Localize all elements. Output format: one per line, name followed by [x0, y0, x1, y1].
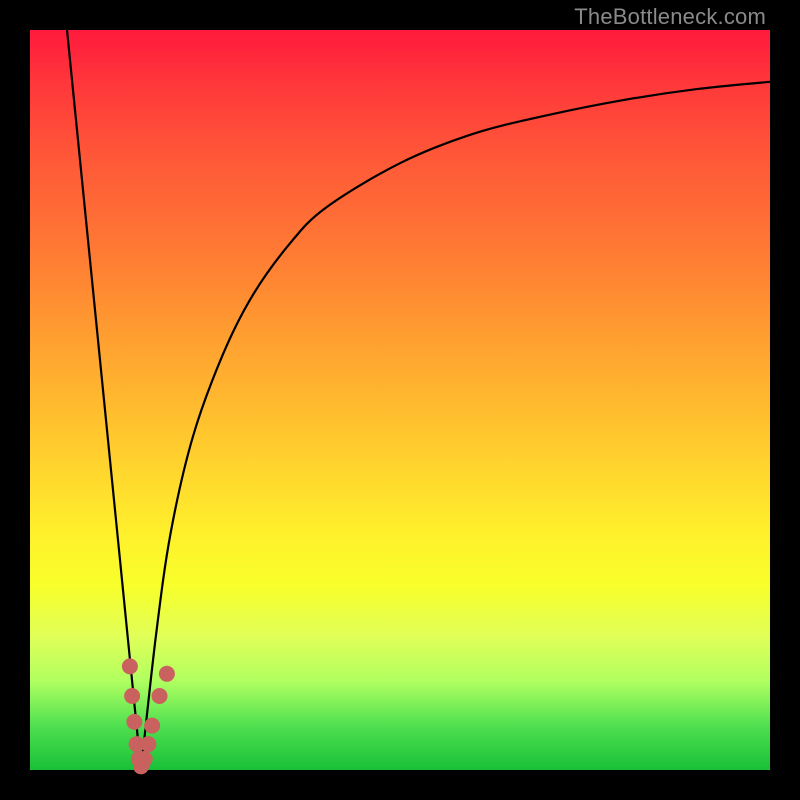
- curve-right-branch: [141, 82, 770, 770]
- marker-group: [122, 658, 175, 774]
- data-marker: [152, 688, 168, 704]
- data-marker: [137, 751, 153, 767]
- chart-frame: TheBottleneck.com: [0, 0, 800, 800]
- chart-svg: [30, 30, 770, 770]
- plot-area: [30, 30, 770, 770]
- data-marker: [159, 666, 175, 682]
- data-marker: [124, 688, 140, 704]
- data-marker: [140, 736, 156, 752]
- data-marker: [122, 658, 138, 674]
- data-marker: [144, 718, 160, 734]
- watermark-text: TheBottleneck.com: [574, 4, 766, 30]
- data-marker: [126, 714, 142, 730]
